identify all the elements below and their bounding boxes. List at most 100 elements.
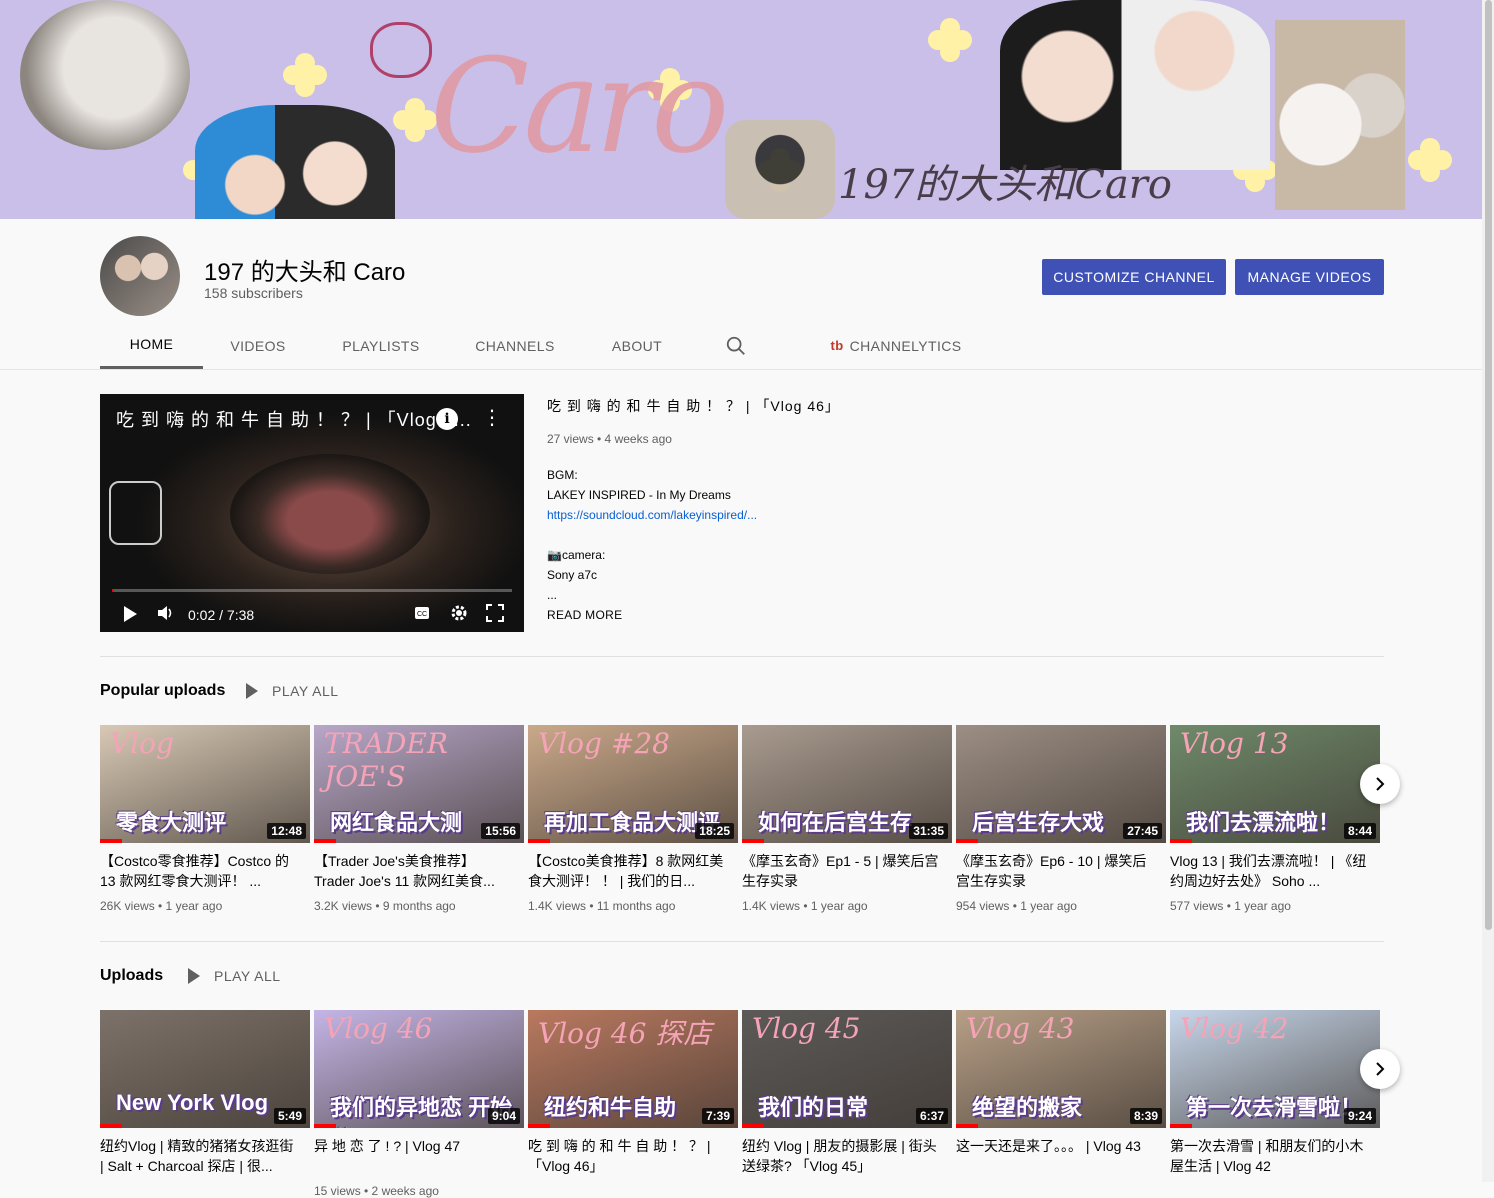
player-title[interactable]: 吃 到 嗨 的 和 牛 自 助 ！ ？ | 「Vlog 4...	[116, 406, 472, 432]
video-card[interactable]: Vlog 45 我们的日常 6:37 纽约 Vlog | 朋友的摄影展 | 街头送绿茶…	[742, 1010, 952, 1176]
video-thumbnail[interactable]: Vlog 43 绝望的搬家 8:39	[956, 1010, 1166, 1128]
video-thumbnail[interactable]: New York Vlog 5:49	[100, 1010, 310, 1128]
customize-channel-button[interactable]: CUSTOMIZE CHANNEL	[1042, 259, 1226, 295]
video-card[interactable]: 如何在后宫生存 31:35 《摩玉玄奇》Ep1 - 5 | 爆笑后宫生存实录 1.4K…	[742, 725, 952, 913]
search-icon[interactable]	[725, 335, 747, 357]
video-card[interactable]: Vlog 46 探店 纽约和牛自助 7:39 吃 到 嗨 的 和 牛 自 助 ！ ？ …	[528, 1010, 738, 1176]
video-thumbnail[interactable]: Vlog 42 第一次去滑雪啦！ 9:24	[1170, 1010, 1380, 1128]
watched-progress	[314, 839, 336, 843]
watched-progress	[528, 1124, 550, 1128]
thumbnail-script-text: Vlog 13	[1180, 727, 1289, 760]
video-thumbnail[interactable]: Vlog 45 我们的日常 6:37	[742, 1010, 952, 1128]
more-vert-icon[interactable]: ⋮	[482, 406, 502, 430]
uploads-next-button[interactable]	[1360, 1049, 1400, 1089]
video-card[interactable]: New York Vlog 5:49 纽约Vlog | 精致的猪猪女孩逛街 | Sa…	[100, 1010, 310, 1176]
thumbnail-caption: 绝望的搬家	[972, 1095, 1083, 1120]
play-icon[interactable]	[122, 605, 138, 623]
channelytics-icon: tb	[830, 338, 844, 353]
video-thumbnail[interactable]: Vlog #28 再加工食品大测评 18:25	[528, 725, 738, 843]
tab-videos[interactable]: VIDEOS	[220, 322, 296, 369]
video-title[interactable]: 【Costco零食推荐】Costco 的 13 款网红零食大测评！ ...	[100, 851, 310, 891]
video-title[interactable]: 【Costco美食推荐】8 款网红美食大测评！ ！ | 我们的日...	[528, 851, 738, 891]
video-card[interactable]: 后宫生存大戏 27:45 《摩玉玄奇》Ep6 - 10 | 爆笑后宫生存实录 954 …	[956, 725, 1166, 913]
video-title[interactable]: 【Trader Joe's美食推荐】 Trader Joe's 11 款网红美食…	[314, 851, 524, 891]
couple-photo	[195, 105, 395, 219]
video-card[interactable]: Vlog 零食大测评 12:48 【Costco零食推荐】Costco 的 13 款网…	[100, 725, 310, 913]
tab-channelytics[interactable]: tb CHANNELYTICS	[831, 322, 962, 369]
featured-video-player[interactable]: 吃 到 嗨 的 和 牛 自 助 ！ ？ | 「Vlog 4... i ⋮ 0:0…	[100, 394, 524, 632]
thumbnail-caption: 我们的日常	[758, 1095, 869, 1120]
tab-home[interactable]: HOME	[100, 322, 203, 369]
video-meta: 1.4K views • 11 months ago	[528, 899, 676, 913]
uploads-play-all-button[interactable]: PLAY ALL	[188, 968, 281, 984]
video-title[interactable]: Vlog 13 | 我们去漂流啦！ | 《纽约周边好去处》 Soho ...	[1170, 851, 1380, 891]
video-title[interactable]: 《摩玉玄奇》Ep1 - 5 | 爆笑后宫生存实录	[742, 851, 952, 891]
channel-tabs: HOME VIDEOS PLAYLISTS CHANNELS ABOUT tb …	[100, 322, 1400, 369]
video-card[interactable]: Vlog 13 我们去漂流啦！ 8:44 Vlog 13 | 我们去漂流啦！ | 《纽…	[1170, 725, 1380, 913]
chevron-right-icon	[1376, 777, 1385, 791]
desc-link[interactable]: https://soundcloud.com/lakeyinspired/...	[547, 505, 757, 525]
video-thumbnail[interactable]: Vlog 零食大测评 12:48	[100, 725, 310, 843]
tab-playlists[interactable]: PLAYLISTS	[332, 322, 430, 369]
captions-icon[interactable]: CC	[414, 606, 430, 620]
tab-about[interactable]: ABOUT	[600, 322, 674, 369]
desc-spacer	[547, 525, 757, 545]
page-scrollbar[interactable]	[1482, 0, 1494, 1182]
play-all-icon	[246, 683, 258, 699]
video-title[interactable]: 纽约Vlog | 精致的猪猪女孩逛街 | Salt + Charcoal 探店 …	[100, 1136, 310, 1176]
video-card[interactable]: Vlog 43 绝望的搬家 8:39 这一天还是来了。。。 | Vlog 43	[956, 1010, 1166, 1176]
video-thumbnail[interactable]: 后宫生存大戏 27:45	[956, 725, 1166, 843]
popular-uploads-title[interactable]: Popular uploads	[100, 682, 225, 700]
video-meta: 954 views • 1 year ago	[956, 899, 1077, 913]
read-more-button[interactable]: READ MORE	[547, 608, 622, 622]
settings-gear-icon[interactable]	[450, 604, 468, 622]
desc-camera-label: 📷camera:	[547, 548, 606, 562]
video-title[interactable]: 吃 到 嗨 的 和 牛 自 助 ！ ？ | 「Vlog 46」	[528, 1136, 738, 1176]
video-card[interactable]: TRADER JOE'S 网红食品大测 15:56 【Trader Joe's美食推荐…	[314, 725, 524, 913]
video-thumbnail[interactable]: TRADER JOE'S 网红食品大测 15:56	[314, 725, 524, 843]
fullscreen-icon[interactable]	[486, 604, 504, 622]
tab-channels[interactable]: CHANNELS	[466, 322, 564, 369]
video-card[interactable]: Vlog #28 再加工食品大测评 18:25 【Costco美食推荐】8 款网红美食…	[528, 725, 738, 913]
thumbnail-script-text: Vlog 43	[966, 1012, 1075, 1045]
info-icon[interactable]: i	[436, 408, 458, 430]
thumbnail-script-text: Vlog 42	[1180, 1012, 1289, 1045]
flower-decoration	[1410, 140, 1450, 180]
thumbnail-caption: 零食大测评	[116, 810, 227, 835]
watched-progress	[100, 839, 122, 843]
progress-bar[interactable]	[112, 589, 512, 592]
video-title[interactable]: 纽约 Vlog | 朋友的摄影展 | 街头送绿茶? 「Vlog 45」	[742, 1136, 952, 1176]
watched-progress	[956, 839, 978, 843]
video-title[interactable]: 《摩玉玄奇》Ep6 - 10 | 爆笑后宫生存实录	[956, 851, 1166, 891]
uploads-title[interactable]: Uploads	[100, 967, 163, 985]
video-duration: 5:49	[273, 1108, 306, 1124]
total-time: 7:38	[226, 607, 255, 623]
popular-play-all-button[interactable]: PLAY ALL	[246, 683, 339, 699]
flower-decoration	[930, 20, 970, 60]
popular-next-button[interactable]	[1360, 764, 1400, 804]
video-frame-grill	[230, 454, 430, 574]
video-thumbnail[interactable]: Vlog 46我们的异地恋 开始啦9:04	[314, 1010, 524, 1128]
watched-progress	[100, 1124, 122, 1128]
video-title[interactable]: 异 地 恋 了 ! ? | Vlog 47	[314, 1136, 524, 1176]
banner-script-text: Caro	[430, 30, 729, 182]
video-card[interactable]: Vlog 42 第一次去滑雪啦！ 9:24 第一次去滑雪 | 和朋友们的小木屋生活 |…	[1170, 1010, 1380, 1176]
desc-camera: Sony a7c	[547, 568, 598, 582]
video-title[interactable]: 这一天还是来了。。。 | Vlog 43	[956, 1136, 1166, 1176]
manage-videos-button[interactable]: MANAGE VIDEOS	[1235, 259, 1384, 295]
volume-icon[interactable]	[156, 604, 176, 622]
tabs-divider	[0, 369, 1482, 370]
featured-video-title[interactable]: 吃 到 嗨 的 和 牛 自 助 ！ ？ | 「Vlog 46」	[547, 396, 840, 416]
current-time: 0:02	[188, 607, 216, 623]
featured-video-description: BGM: LAKEY INSPIRED - In My Dreams https…	[547, 465, 757, 605]
channel-avatar[interactable]	[100, 236, 180, 316]
scrollbar-thumb[interactable]	[1485, 0, 1492, 930]
video-thumbnail[interactable]: Vlog 46 探店 纽约和牛自助 7:39	[528, 1010, 738, 1128]
dog-doodle-icon	[370, 22, 432, 78]
video-card[interactable]: Vlog 46我们的异地恋 开始啦9:04 异 地 恋 了 ! ? | Vlog …	[314, 1010, 524, 1198]
video-thumbnail[interactable]: 如何在后宫生存 31:35	[742, 725, 952, 843]
video-title[interactable]: 第一次去滑雪 | 和朋友们的小木屋生活 | Vlog 42	[1170, 1136, 1380, 1176]
video-thumbnail[interactable]: Vlog 13 我们去漂流啦！ 8:44	[1170, 725, 1380, 843]
subscriber-count: 158 subscribers	[204, 285, 303, 301]
cat-photo	[20, 0, 190, 150]
